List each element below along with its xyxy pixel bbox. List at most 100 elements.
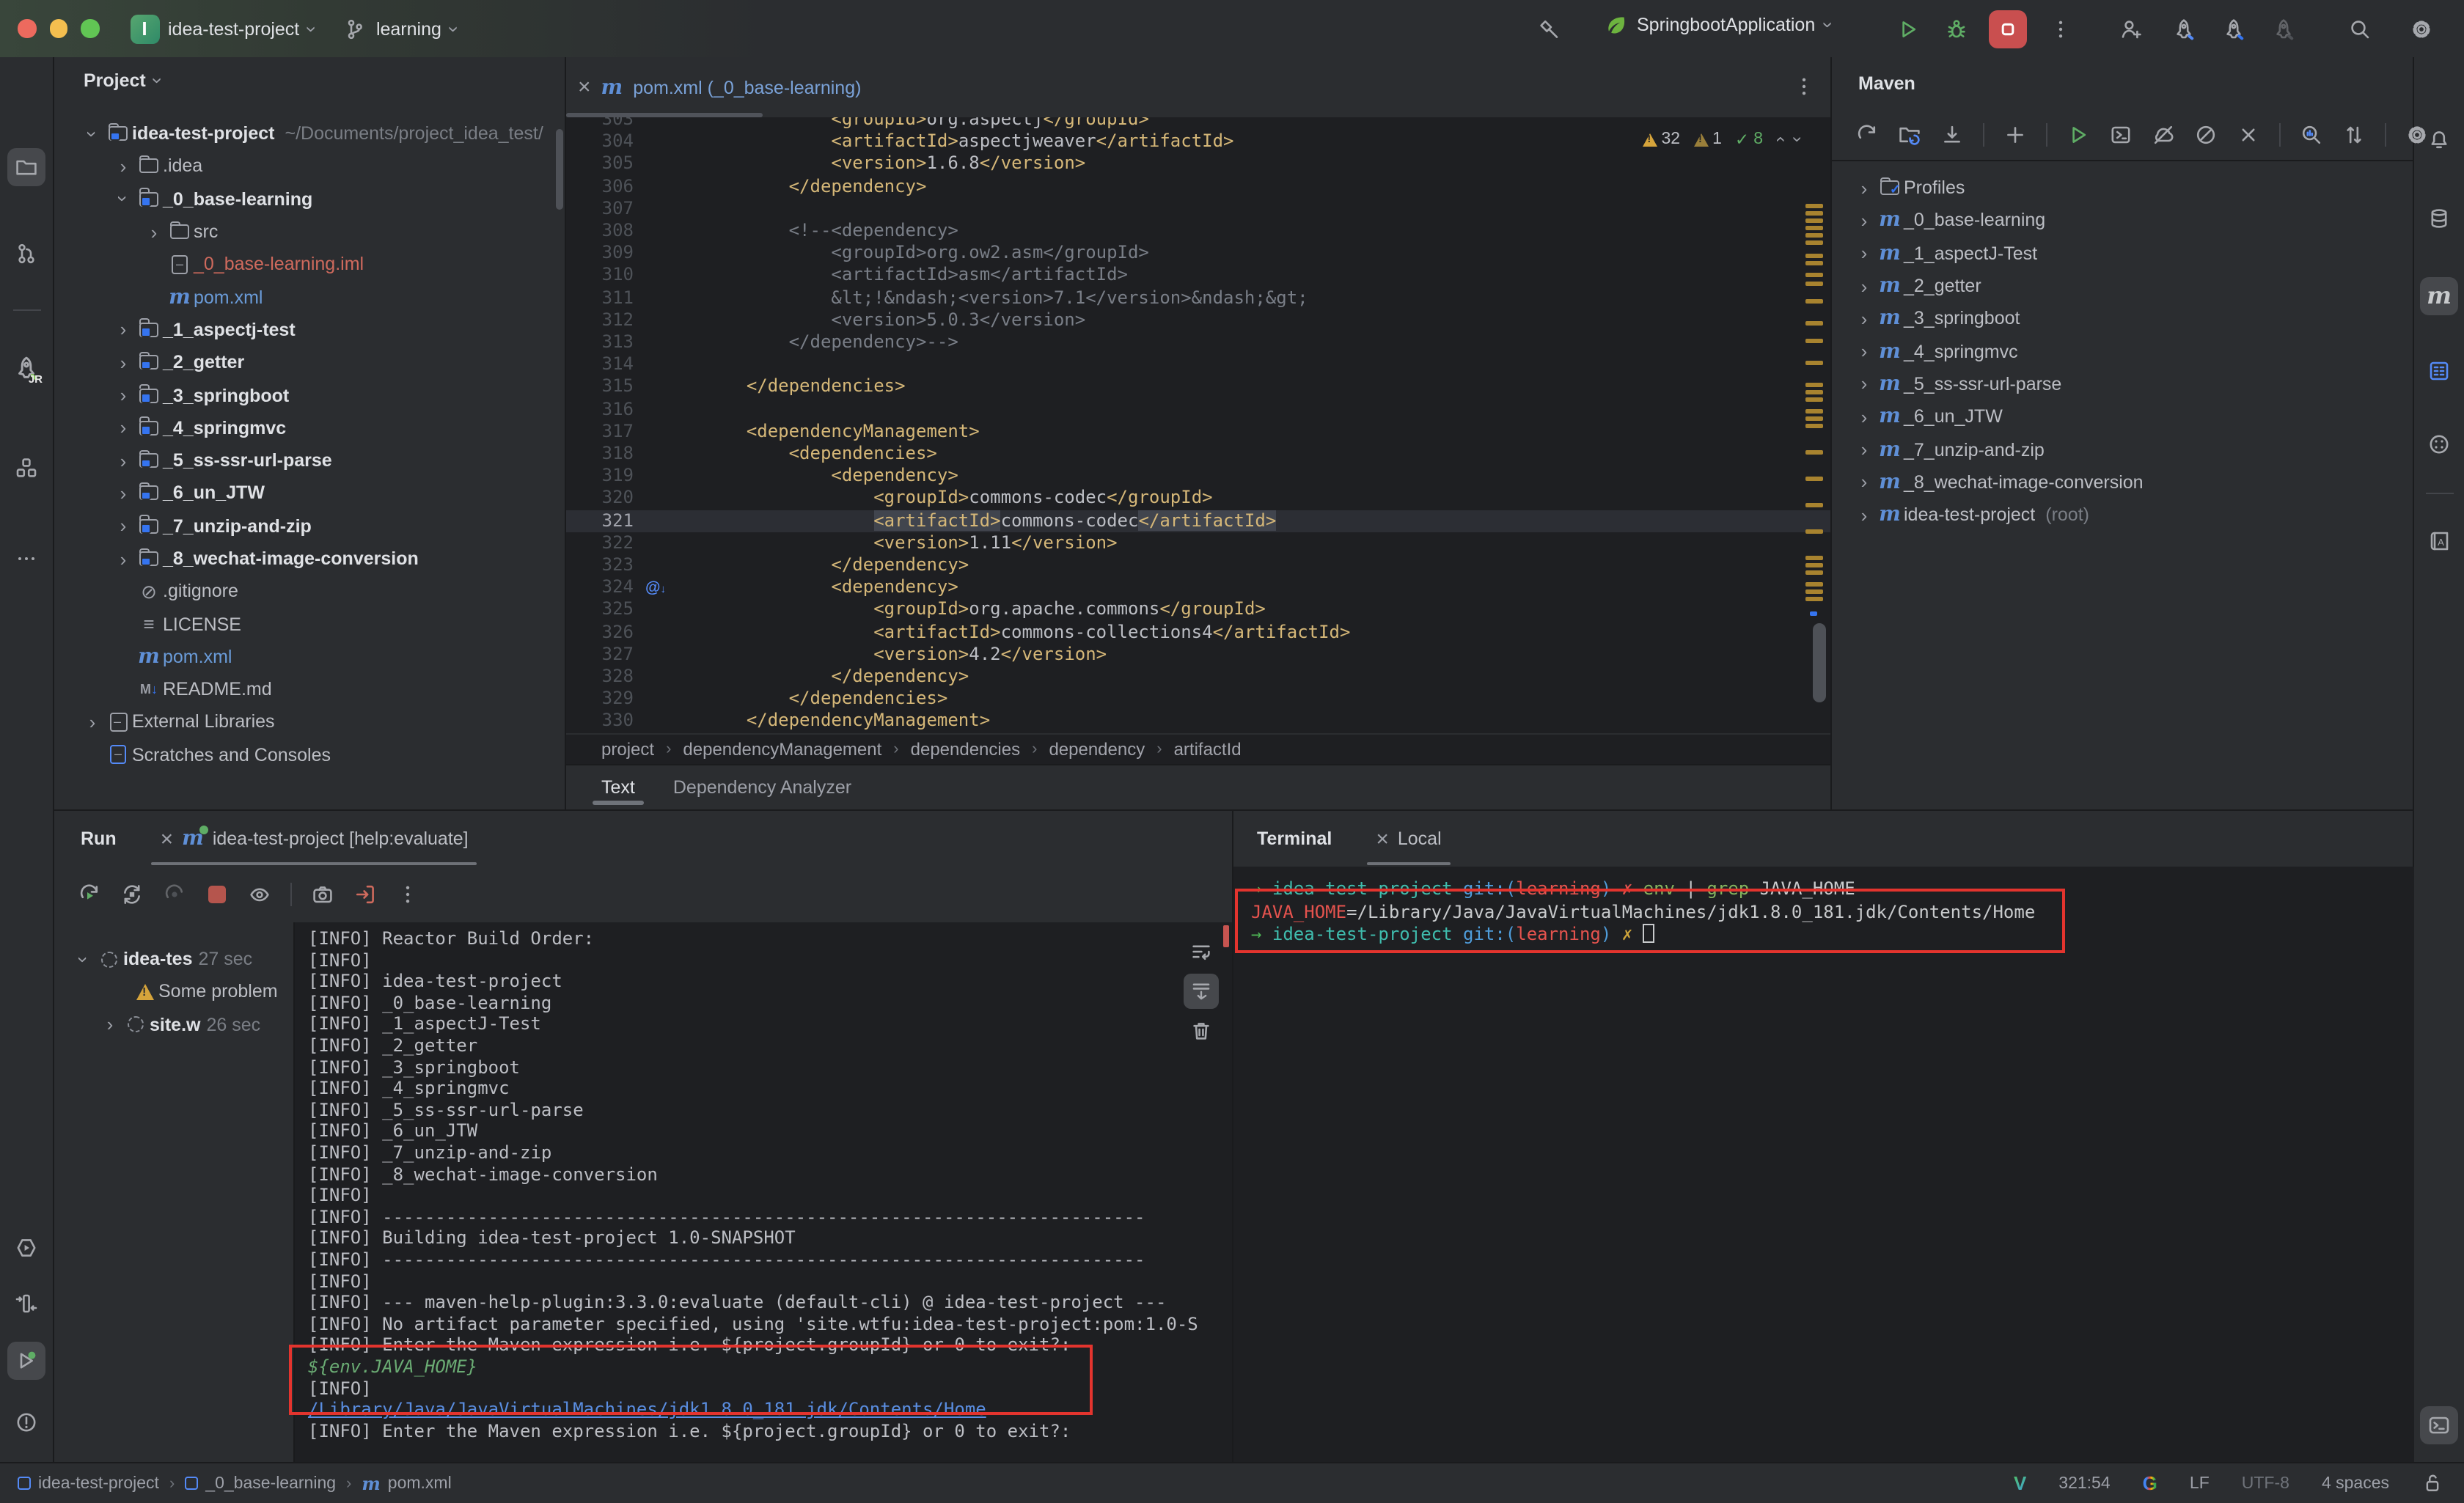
- maven-tree-item--4-springmvc[interactable]: ›m_4_springmvc: [1832, 335, 2414, 368]
- rerun-with-settings-icon[interactable]: [114, 877, 150, 912]
- breadcrumb-item-artifactId[interactable]: artifactId: [1174, 739, 1242, 760]
- prev-problem-chevron[interactable]: ›: [1769, 136, 1789, 142]
- settings-gear-button[interactable]: [2402, 10, 2441, 48]
- maven-tree-item--0-base-learning[interactable]: ›m_0_base-learning: [1832, 205, 2414, 238]
- close-icon[interactable]: ×: [578, 75, 591, 100]
- chevron-collapsed-icon[interactable]: ›: [1852, 405, 1876, 427]
- jrebel-tool-button[interactable]: JR: [7, 349, 45, 387]
- debug-button[interactable]: [1937, 10, 1976, 48]
- documentation-tool-button[interactable]: A: [2420, 522, 2458, 560]
- project-tree-item--4-springmvc[interactable]: ›_4_springmvc: [54, 411, 566, 444]
- window-zoom-button[interactable]: [81, 20, 99, 38]
- plugins-tool-button[interactable]: [2420, 425, 2458, 463]
- download-sources-icon[interactable]: [1935, 117, 1970, 152]
- thread-dump-camera-icon[interactable]: [305, 877, 340, 912]
- branch-widget[interactable]: learning ›: [334, 12, 467, 45]
- dependency-analyzer-icon[interactable]: [2294, 117, 2329, 152]
- chevron-collapsed-icon[interactable]: ›: [1852, 438, 1876, 460]
- chevron-collapsed-icon[interactable]: ›: [111, 351, 135, 373]
- endpoints-tool-button[interactable]: [7, 1285, 45, 1323]
- problems-tool-button[interactable]: [7, 1403, 45, 1441]
- editor-scrollbar-thumb[interactable]: [1813, 623, 1826, 702]
- project-tree-item--7-unzip-and-zip[interactable]: ›_7_unzip-and-zip: [54, 510, 566, 543]
- chevron-collapsed-icon[interactable]: ›: [1852, 210, 1876, 232]
- maven-tree-item--7-unzip-and-zip[interactable]: ›m_7_unzip-and-zip: [1832, 433, 2414, 466]
- add-maven-project-icon[interactable]: [1998, 117, 2033, 152]
- status-item-lf[interactable]: LF: [2190, 1474, 2210, 1492]
- project-tree-item--3-springboot[interactable]: ›_3_springboot: [54, 379, 566, 412]
- execute-maven-goal-icon[interactable]: [2103, 117, 2138, 152]
- chevron-collapsed-icon[interactable]: ›: [111, 515, 135, 537]
- chevron-expanded-icon[interactable]: ›: [112, 187, 134, 210]
- run-configuration-selector[interactable]: SpringbootApplication ›: [1599, 9, 1836, 41]
- run-tool-button[interactable]: [7, 1342, 45, 1380]
- chevron-collapsed-icon[interactable]: ›: [1852, 308, 1876, 330]
- maven-tree-item--1-aspectj-test[interactable]: ›m_1_aspectJ-Test: [1832, 237, 2414, 270]
- generate-sources-icon[interactable]: [1892, 117, 1927, 152]
- code-with-me-add-user-button[interactable]: [2112, 10, 2150, 48]
- maven-tree-item-idea-test-project[interactable]: ›midea-test-project(root): [1832, 499, 2414, 532]
- chevron-collapsed-icon[interactable]: ›: [111, 417, 135, 439]
- maven-download-icon[interactable]: @↓: [645, 579, 666, 597]
- chevron-expanded-icon[interactable]: ›: [81, 122, 103, 145]
- project-tree-item--8-wechat-image-conversion[interactable]: ›_8_wechat-image-conversion: [54, 543, 566, 576]
- run-tab[interactable]: × m idea-test-project [help:evaluate]: [152, 811, 477, 867]
- status-crumb-idea-test-project[interactable]: idea-test-project: [18, 1474, 159, 1492]
- import-test-results-icon[interactable]: [348, 877, 383, 912]
- chevron-collapsed-icon[interactable]: ›: [1852, 340, 1876, 362]
- rerun-icon[interactable]: [72, 877, 107, 912]
- profiler-rocket-settings-icon[interactable]: [2215, 10, 2253, 48]
- database-tool-button[interactable]: [2420, 199, 2458, 238]
- structure-tool-button[interactable]: [7, 449, 45, 487]
- run-button[interactable]: [1889, 10, 1927, 48]
- chevron-collapsed-icon[interactable]: ›: [81, 711, 104, 733]
- chevron-collapsed-icon[interactable]: ›: [98, 1013, 122, 1035]
- google-translate-icon[interactable]: G: [2143, 1472, 2157, 1494]
- breadcrumb-item-dependency[interactable]: dependency: [1049, 739, 1145, 760]
- project-scrollbar-thumb[interactable]: [556, 129, 563, 210]
- maven-tree-item--5-ss-ssr-url-parse[interactable]: ›m_5_ss-ssr-url-parse: [1832, 368, 2414, 401]
- project-tree-item-readme-md[interactable]: M↓README.md: [54, 673, 566, 706]
- status-item-utf-8[interactable]: UTF-8: [2242, 1474, 2289, 1492]
- chevron-collapsed-icon[interactable]: ›: [111, 482, 135, 504]
- project-tree-item-license[interactable]: ≡LICENSE: [54, 608, 566, 641]
- terminal-tool-button[interactable]: [2420, 1406, 2458, 1444]
- maven-tree-item--2-getter[interactable]: ›m_2_getter: [1832, 270, 2414, 303]
- toggle-offline-mode-icon[interactable]: [2146, 117, 2181, 152]
- commit-tool-button[interactable]: [7, 235, 45, 273]
- more-tool-windows-button[interactable]: [7, 540, 45, 578]
- chevron-collapsed-icon[interactable]: ›: [111, 155, 135, 177]
- maven-settings-icon[interactable]: [2399, 117, 2435, 152]
- chevron-collapsed-icon[interactable]: ›: [111, 548, 135, 570]
- maven-tree-item--6-un-jtw[interactable]: ›m_6_un_JTW: [1832, 400, 2414, 433]
- soft-wrap-icon[interactable]: [1184, 934, 1219, 969]
- chevron-collapsed-icon[interactable]: ›: [111, 449, 135, 471]
- maven-tree-item--3-springboot[interactable]: ›m_3_springboot: [1832, 302, 2414, 335]
- lock-open-icon[interactable]: [2421, 1472, 2443, 1494]
- breadcrumb-item-project[interactable]: project: [601, 739, 654, 760]
- inspections-widget[interactable]: 321✓8››: [1643, 129, 1802, 150]
- build-hammer-button[interactable]: [1530, 10, 1568, 48]
- maven-tool-button[interactable]: m: [2420, 277, 2458, 315]
- stop-icon[interactable]: [199, 877, 235, 912]
- code-editor[interactable]: 303 <groupId>org.aspectj</groupId>304 <a…: [566, 117, 1830, 733]
- scroll-to-end-icon[interactable]: [1184, 974, 1219, 1009]
- project-tree-item-external-libraries[interactable]: ›External Libraries: [54, 706, 566, 739]
- project-tree-item--2-getter[interactable]: ›_2_getter: [54, 346, 566, 379]
- project-tree-item-src[interactable]: ›src: [54, 216, 566, 249]
- terminal-tab-local[interactable]: × Local: [1367, 811, 1450, 867]
- project-tree-item-pom-xml[interactable]: mpom.xml: [54, 641, 566, 674]
- chevron-expanded-icon[interactable]: ›: [73, 947, 95, 971]
- project-tree-item--1-aspectj-test[interactable]: ›_1_aspectj-test: [54, 314, 566, 347]
- run-maven-build-icon[interactable]: [2061, 117, 2096, 152]
- project-widget[interactable]: I idea-test-project ›: [120, 10, 325, 48]
- tab-dependency-analyzer[interactable]: Dependency Analyzer: [673, 765, 851, 809]
- status-item-321-54[interactable]: 321:54: [2058, 1474, 2110, 1492]
- chevron-collapsed-icon[interactable]: ›: [142, 221, 166, 243]
- maven-tree-item-profiles[interactable]: ›✓Profiles: [1832, 172, 2414, 205]
- maven-tree-item--8-wechat-image-conversion[interactable]: ›m_8_wechat-image-conversion: [1832, 466, 2414, 499]
- project-tree-item--0-base-learning-iml[interactable]: _0_base-learning.iml: [54, 248, 566, 281]
- terminal-body[interactable]: → idea-test-project git:(learning) ✗ env…: [1233, 867, 2414, 1463]
- project-tree-item--6-un-jtw[interactable]: ›_6_un_JTW: [54, 477, 566, 510]
- run-tree-item-1[interactable]: Some problem: [54, 976, 292, 1009]
